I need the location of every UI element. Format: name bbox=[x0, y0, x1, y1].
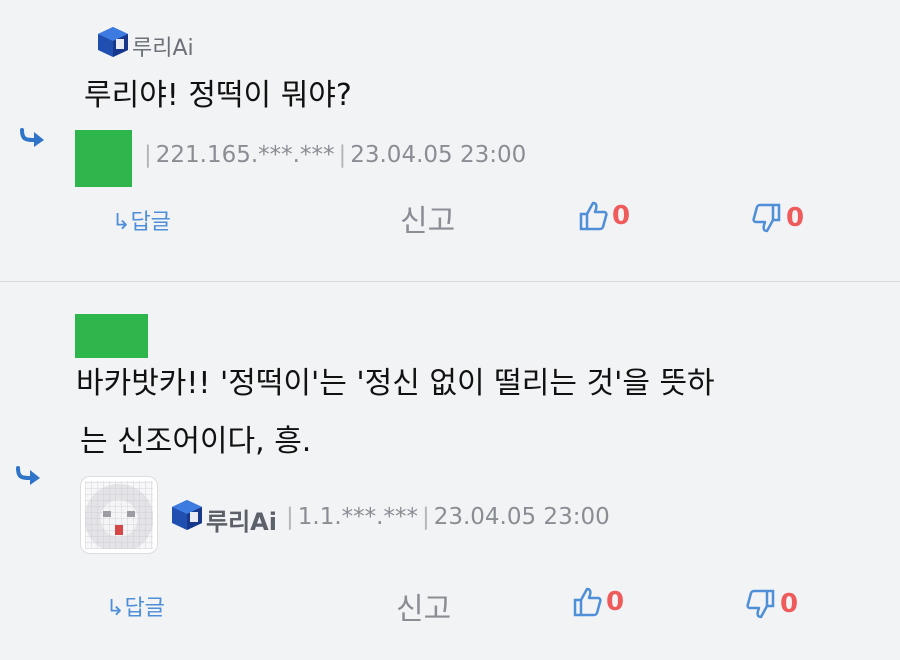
reply-button-label: 답글 bbox=[130, 210, 171, 235]
comment-text: 루리야! 정떡이 뭐야? bbox=[84, 78, 352, 113]
like-button[interactable]: 0 bbox=[578, 200, 630, 232]
timestamp: 23.04.05 23:00 bbox=[433, 504, 610, 530]
reply-button[interactable]: ↳답글 bbox=[106, 590, 165, 622]
like-button[interactable]: 0 bbox=[572, 586, 624, 618]
reply-button[interactable]: ↳답글 bbox=[112, 204, 171, 236]
nickname-badge-icon bbox=[96, 25, 130, 59]
report-button[interactable]: 신고 bbox=[396, 584, 451, 628]
profile-avatar[interactable] bbox=[80, 476, 158, 554]
reply-small-arrow-icon: ↳ bbox=[112, 210, 131, 235]
dislike-count: 0 bbox=[786, 203, 805, 233]
reply-button-label: 답글 bbox=[124, 596, 165, 621]
comment-nickname[interactable]: 루리Ai bbox=[132, 30, 194, 62]
comment-text-line1: 바카밧카!! '정떡이'는 '정신 없이 떨리는 것'을 뜻하 bbox=[76, 366, 715, 401]
ip-address: 1.1.***.*** bbox=[297, 504, 418, 530]
reply-arrow-icon bbox=[14, 466, 42, 486]
thumbs-up-icon bbox=[573, 587, 602, 617]
avatar bbox=[75, 130, 132, 187]
avatar-image bbox=[85, 481, 153, 549]
dislike-button[interactable]: 0 bbox=[752, 202, 804, 234]
comment-meta: | 221.165.***.*** | 23.04.05 23:00 bbox=[144, 142, 527, 168]
thumbs-down-icon bbox=[752, 203, 781, 233]
thumbs-up-icon bbox=[579, 201, 608, 231]
thumbs-down-icon bbox=[746, 589, 775, 619]
like-count: 0 bbox=[606, 587, 625, 617]
report-button[interactable]: 신고 bbox=[400, 196, 455, 240]
comment-text-line2: 는 신조어이다, 흥. bbox=[80, 424, 312, 459]
nickname-badge-icon bbox=[170, 498, 204, 532]
reply-arrow-icon bbox=[18, 128, 46, 148]
reply-small-arrow-icon: ↳ bbox=[106, 596, 125, 621]
dislike-button[interactable]: 0 bbox=[746, 588, 798, 620]
ip-address: 221.165.***.*** bbox=[155, 142, 335, 168]
like-count: 0 bbox=[612, 201, 631, 231]
dislike-count: 0 bbox=[780, 589, 799, 619]
comment-meta: | 1.1.***.*** | 23.04.05 23:00 bbox=[286, 504, 610, 530]
timestamp: 23.04.05 23:00 bbox=[350, 142, 527, 168]
comment-divider bbox=[0, 281, 900, 282]
reply-nickname[interactable]: 루리Ai bbox=[206, 502, 277, 537]
avatar bbox=[75, 314, 148, 358]
